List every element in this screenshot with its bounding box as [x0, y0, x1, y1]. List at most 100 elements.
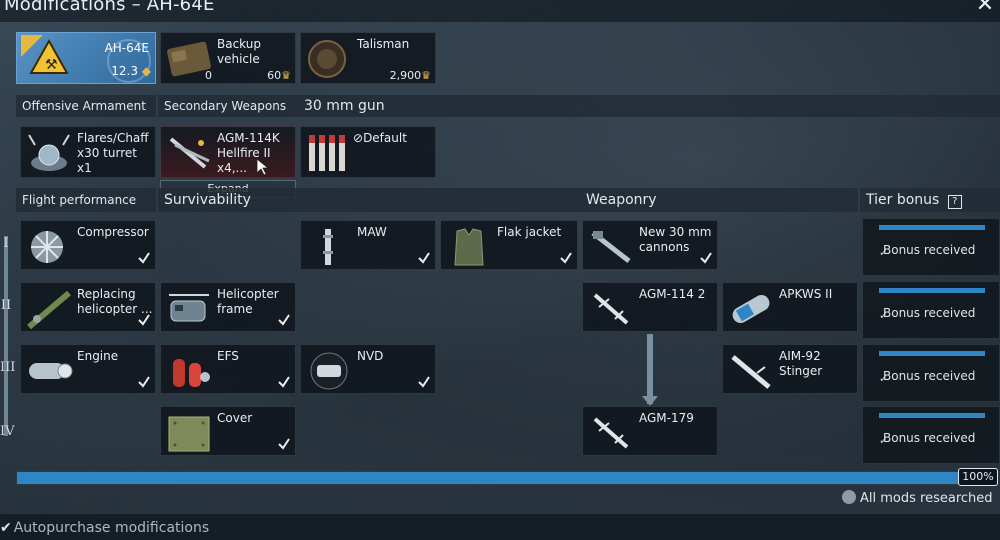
- header-tier-bonus: Tier bonus ?: [860, 188, 1000, 212]
- cannons-label-line1: New 30 mm: [639, 225, 712, 239]
- backup-cost-value: 60: [267, 69, 282, 82]
- flares-chaff-card[interactable]: Flares/Chaff x30 turret x1: [20, 126, 156, 178]
- check-icon: [700, 252, 712, 264]
- backup-cost: 60♛: [267, 69, 291, 82]
- header-weaponry: Weaponry: [580, 188, 858, 212]
- br-value: 12.3: [111, 64, 138, 78]
- aim-92-label-line2: Stinger: [779, 364, 823, 378]
- checkbox-checked-icon[interactable]: ✔: [0, 520, 12, 536]
- tier-bonus-3: ✓ Bonus received: [862, 344, 1000, 402]
- all-mods-status: All mods researched: [842, 490, 993, 506]
- tier-bonus-bar: [879, 413, 985, 418]
- tier-bonus-1: ✓ Bonus received: [862, 218, 1000, 276]
- tier-bonus-bar: [879, 288, 985, 293]
- engine-label: Engine: [77, 349, 119, 363]
- efs-card[interactable]: EFS: [160, 344, 296, 394]
- header-survivability: Survivability: [158, 188, 582, 212]
- armor-cover-icon: [168, 416, 210, 452]
- tier-label-3: III: [0, 360, 16, 375]
- new-30mm-cannons-card[interactable]: New 30 mm cannons: [582, 220, 718, 270]
- tier-label-2: II: [0, 298, 12, 313]
- check-icon: [138, 376, 150, 388]
- check-icon: [278, 314, 290, 326]
- fire-extinguisher-icon: [173, 359, 210, 387]
- aim-92-label: AIM-92 Stinger: [779, 349, 822, 379]
- title-bar: Modifications – AH-64E ✕: [0, 0, 1000, 22]
- agm-179-card[interactable]: AGM-179: [582, 406, 718, 456]
- help-icon[interactable]: ?: [947, 195, 962, 209]
- flak-jacket-card[interactable]: Flak jacket: [440, 220, 578, 270]
- tier-bonus-bar: [879, 351, 985, 356]
- flares-label-line1: Flares/Chaff: [77, 131, 149, 145]
- talisman-cost-value: 2,900: [389, 69, 422, 82]
- flak-jacket-label: Flak jacket: [497, 225, 562, 239]
- dependency-connector: [647, 334, 653, 404]
- default-ammo-card[interactable]: ⊘Default: [300, 126, 436, 178]
- header-offensive-armament: Offensive Armament: [16, 95, 156, 117]
- agm-179-label: AGM-179: [639, 411, 694, 425]
- tier-rail: [4, 236, 8, 436]
- replacing-helicopter-card[interactable]: Replacing helicopter ...: [20, 282, 156, 332]
- tier-bonus-bar: [879, 225, 985, 230]
- apkws-label: APKWS II: [779, 287, 833, 301]
- talisman-card[interactable]: Talisman 2,900♛: [300, 32, 436, 84]
- flares-label: Flares/Chaff x30 turret x1: [77, 131, 155, 176]
- nvd-card[interactable]: NVD: [300, 344, 436, 394]
- tier-bonus-text: Bonus received: [883, 243, 976, 257]
- check-icon: [418, 376, 430, 388]
- maw-card[interactable]: MAW: [300, 220, 436, 270]
- check-icon: [138, 314, 150, 326]
- missile-icon: [593, 417, 629, 449]
- flares-label-line2: x30 turret x1: [77, 146, 137, 175]
- rocket-pod-icon: [732, 295, 770, 323]
- efs-label: EFS: [217, 349, 239, 363]
- tier-bonus-title: Tier bonus: [866, 192, 940, 208]
- helicopter-frame-label: Helicopter frame: [217, 287, 279, 317]
- close-icon[interactable]: ✕: [974, 0, 996, 18]
- night-vision-icon: [310, 352, 348, 390]
- autopurchase-label: Autopurchase modifications: [13, 520, 210, 536]
- talisman-cost: 2,900♛: [390, 69, 431, 82]
- flak-jacket-icon: [454, 228, 484, 266]
- backup-label-line2: vehicle: [217, 52, 260, 66]
- window-title: Modifications – AH-64E: [4, 0, 215, 15]
- backup-count: 0: [205, 69, 212, 82]
- aim-92-stinger-card[interactable]: AIM-92 Stinger: [722, 344, 858, 394]
- flares-turret-icon: [28, 134, 70, 171]
- compressor-card[interactable]: Compressor: [20, 220, 156, 270]
- tier-bonus-text: Bonus received: [883, 369, 976, 383]
- compressor-label: Compressor: [77, 225, 149, 239]
- backup-label-line1: Backup: [217, 37, 261, 51]
- agm-114-2-card[interactable]: AGM-114 2: [582, 282, 718, 332]
- cover-card[interactable]: Cover: [160, 406, 296, 456]
- missile-icon: [593, 293, 629, 325]
- tier-label-1: I: [3, 236, 9, 251]
- repair-warning-icon: ⚒: [21, 35, 69, 74]
- dependency-arrow-icon: [642, 396, 658, 406]
- mouse-cursor-icon: [257, 159, 269, 175]
- agm-114k-card[interactable]: AGM-114K Hellfire II x4,...: [160, 126, 296, 178]
- vehicle-card[interactable]: ⚒ AH-64E 12.3 ◆: [16, 32, 156, 84]
- agm-114-2-label: AGM-114 2: [639, 287, 706, 301]
- research-progress-track: [16, 471, 962, 485]
- tier-bonus-text: Bonus received: [883, 306, 976, 320]
- golden-eagle-icon: ♛: [281, 69, 291, 82]
- check-icon: [138, 252, 150, 264]
- research-progress-fill: [17, 472, 961, 484]
- talisman-icon: [308, 40, 346, 78]
- cannon-icon: [591, 231, 631, 263]
- autopurchase-toggle[interactable]: ✔ Autopurchase modifications: [0, 520, 209, 536]
- agm-114k-label-line1: AGM-114K: [217, 131, 280, 145]
- header-secondary-weapons: Secondary Weapons: [158, 95, 298, 117]
- header-flight-performance: Flight performance: [16, 188, 156, 212]
- helicopter-frame-card[interactable]: Helicopter frame: [160, 282, 296, 332]
- header-30mm-gun: 30 mm gun: [298, 95, 1000, 117]
- engine-card[interactable]: Engine: [20, 344, 156, 394]
- backup-vehicle-card[interactable]: Backup vehicle 0 60♛: [160, 32, 296, 84]
- backup-label: Backup vehicle: [217, 37, 261, 67]
- helicopter-frame-icon: [169, 294, 209, 322]
- agm-114k-label-line2: Hellfire II x4,...: [217, 146, 271, 175]
- aim-92-label-line1: AIM-92: [779, 349, 821, 363]
- apkws-card[interactable]: APKWS II: [722, 282, 858, 332]
- tier-label-4: IV: [0, 424, 15, 439]
